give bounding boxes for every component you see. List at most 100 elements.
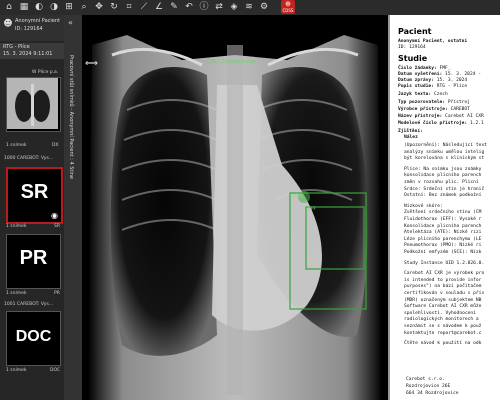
series-header: W Plíce p.a. — [32, 70, 59, 75]
series-thumbnail-text: PR — [19, 247, 48, 269]
report-text-line: analýzy snímku umělou intelig — [404, 149, 485, 155]
report-field: Typ pozorovatele: Přístroj — [398, 100, 470, 105]
report-text-line: změn v rozsahu plic. Plicní — [404, 180, 479, 185]
rotate-icon[interactable]: ↻ — [109, 2, 119, 12]
measure-icon[interactable]: ⟋ — [139, 2, 149, 12]
series-count: 1 snímek — [6, 368, 27, 373]
report-text-line: Atelektáza (ATE): Nízké rizi — [404, 230, 482, 236]
report-text-line: Srdce: Srdeční stín je hranič — [404, 186, 485, 192]
report-footer-line: 664 34 Rozdrojovice — [406, 391, 459, 396]
report-text-line: (Upozornění): Následující text — [404, 143, 487, 148]
series-header: 1000 CAREBOT: Vys... — [4, 156, 54, 161]
report-text-line: kontaktujte report@carebot.c — [404, 330, 482, 336]
report-text-line: Léze plicního parenchymu (LE — [404, 236, 482, 242]
report-text-line: Software Carebot AI CXR může — [404, 304, 482, 310]
series-count: 1 snímek — [6, 291, 27, 296]
report-text-line: radiologických monitorech a — [404, 317, 479, 323]
patient-header[interactable]: ☻ Anonymní Pacient ID: 129164 — [0, 15, 64, 41]
report-field: Jazyk textu: Czech — [398, 92, 448, 97]
report-text-line: Study Instance UID 1.2.826.0. — [404, 260, 485, 266]
report-text-line: purposes") na bázi počítačem — [404, 284, 482, 290]
series-thumbnail-dx[interactable] — [6, 77, 61, 132]
report-footer-line: Rozdrojovice 26E — [406, 384, 451, 389]
report-field: Modelové číslo přístroje: 1.2.1 — [398, 121, 484, 126]
series-modality: PR — [54, 291, 60, 296]
report-study-title: Studie — [398, 54, 428, 63]
workspace-label: Pracovní stůl snímků - Anonymní Pacient … — [68, 55, 74, 179]
report-text-line: Pneumothorax (PMO): Nízké ri — [404, 243, 482, 249]
series-count: 1 snímek — [6, 224, 27, 229]
report-patient-title: Pacient — [398, 27, 432, 36]
report-field: Výrobce přístroje: CAREBOT — [398, 107, 470, 112]
zoom-icon[interactable]: ⌕ — [79, 2, 89, 12]
settings-icon[interactable]: ⚙ — [259, 2, 269, 12]
report-text-line: Konsolidace plicního parench — [404, 223, 482, 229]
report-field: Číslo žádanky: FMF_ — [398, 66, 451, 71]
contrast-icon[interactable]: ◐ — [34, 2, 44, 12]
sync-icon[interactable]: ⇄ — [214, 2, 224, 12]
series-count: 1 snímek — [6, 143, 27, 148]
info-icon[interactable]: ⓘ — [199, 2, 209, 12]
study-datetime: 15. 3. 2024 9:11:01 — [3, 51, 53, 57]
report-panel[interactable]: Pacient Anonymní Pacient, ostatní ID: 12… — [388, 15, 500, 400]
grid-icon[interactable]: ⊞ — [64, 2, 74, 12]
report-text-line: certifikován v souladu s přís — [404, 291, 485, 296]
pan-icon[interactable]: ✥ — [94, 2, 104, 12]
report-text-line: Plíce: Na snímku jsou známky — [404, 166, 482, 172]
home-icon[interactable]: ⌂ — [4, 2, 14, 12]
report-findings-title: Zjištění: — [398, 129, 423, 134]
report-findings-sub: Nález — [404, 135, 418, 140]
patient-name: Anonymní Pacient — [15, 18, 60, 24]
crop-icon[interactable]: ⌗ — [124, 2, 134, 12]
eff-label: EFF — [308, 207, 317, 212]
expand-arrows-icon[interactable]: ⟺ — [85, 59, 98, 69]
study-row[interactable]: RTG - Plíce 15. 3. 2024 9:11:01 — [0, 43, 64, 59]
layout-icon[interactable]: ▦ — [19, 2, 29, 12]
study-title: RTG - Plíce — [3, 44, 30, 50]
series-thumbnail-pr[interactable]: PR — [6, 234, 61, 289]
eye-icon[interactable]: ◉ — [51, 211, 58, 220]
report-patient-id: ID: 129164 — [398, 45, 426, 50]
person-icon: ☻ — [3, 19, 13, 29]
report-footer-line: Carebot s.r.o. — [406, 377, 445, 382]
report-text-line: Nízkové skóre: — [404, 203, 443, 209]
series-modality: DOC — [50, 368, 61, 373]
workspace-strip[interactable]: « Pracovní stůl snímků - Anonymní Pacien… — [64, 15, 83, 400]
report-text-line: Zvětšení srdečního stínu (CM — [404, 210, 482, 216]
report-text-line: (MDR) označeným subjektem NB — [404, 297, 482, 303]
image-viewport[interactable]: CML: Zvýšení rizika CON EFF ⟺ — [82, 15, 388, 400]
report-field: Název přístroje: Carebot AI CXR — [398, 114, 484, 119]
cdss-badge-button[interactable]: ⊕ CDSS — [281, 0, 295, 14]
layers-icon[interactable]: ≋ — [244, 2, 254, 12]
report-patient-line: Anonymní Pacient, ostatní — [398, 39, 468, 44]
series-thumbnail-doc[interactable]: DOC — [6, 311, 61, 366]
report-text-line: Čtěte návod k použití na odk — [404, 341, 482, 347]
report-field: Popis studie: RTG - Plíce — [398, 84, 468, 89]
collapse-icon[interactable]: « — [68, 18, 73, 27]
report-text-line: spolehlivosti. Vyhodnocení — [404, 310, 476, 316]
series-modality: DX — [52, 143, 59, 148]
windowing-icon[interactable]: ◑ — [49, 2, 59, 12]
cdss-badge-label: CDSS — [282, 8, 294, 13]
report-text-line: seznámit se s návodem k použ — [404, 324, 482, 329]
xray-thumbnail-image — [7, 78, 58, 129]
3d-icon[interactable]: ◈ — [229, 2, 239, 12]
series-header: 1001 CAREBOT: Vys... — [4, 302, 54, 307]
series-sidebar: ☻ Anonymní Pacient ID: 129164 RTG - Plíc… — [0, 15, 64, 400]
patient-id: ID: 129164 — [15, 26, 43, 32]
undo-icon[interactable]: ↶ — [184, 2, 194, 12]
series-thumbnail-text: SR — [20, 181, 49, 203]
series-thumbnail-sr[interactable]: SR ◉ — [6, 167, 63, 224]
angle-icon[interactable]: ∠ — [154, 2, 164, 12]
cml-overlay-label: CML: Zvýšení rizika — [207, 59, 256, 65]
report-text-line: is intended to provide infor — [404, 277, 482, 283]
report-field: Datum vyšetření: 15. 3. 2024 - — [398, 72, 482, 77]
report-text-line: Fluidothorax (EFF): Vysoké r — [404, 217, 482, 222]
con-label: CON — [292, 194, 303, 199]
series-modality: SR — [54, 224, 60, 229]
report-field: Datum zprávy: 15. 3. 2024 — [398, 78, 468, 83]
annotate-icon[interactable]: ✎ — [169, 2, 179, 12]
chest-xray-image — [82, 15, 388, 400]
report-text-line: být korelována s klinickým st — [404, 156, 485, 162]
main-toolbar: ⌂ ▦ ◐ ◑ ⊞ ⌕ ✥ ↻ ⌗ ⟋ ∠ ✎ ↶ ⓘ ⇄ ◈ ≋ ⚙ ⊕ CD… — [0, 0, 500, 16]
